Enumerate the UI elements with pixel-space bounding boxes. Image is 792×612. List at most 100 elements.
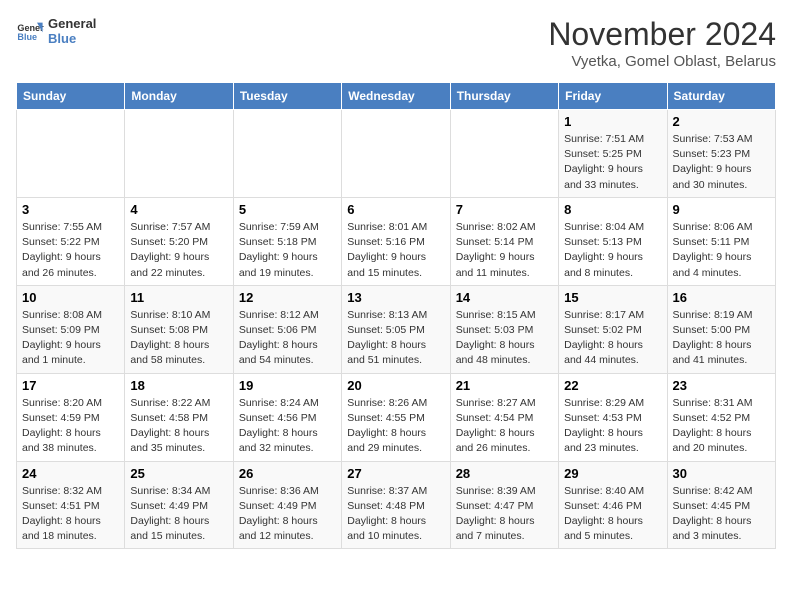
day-cell — [125, 110, 233, 198]
day-cell: 7 Sunrise: 8:02 AMSunset: 5:14 PMDaylight… — [450, 197, 558, 285]
day-cell — [17, 110, 125, 198]
day-number: 18 — [130, 378, 227, 393]
day-info: Sunrise: 8:17 AMSunset: 5:02 PMDaylight:… — [564, 308, 661, 369]
day-cell: 15 Sunrise: 8:17 AMSunset: 5:02 PMDayligh… — [559, 285, 667, 373]
day-number: 11 — [130, 290, 227, 305]
day-info: Sunrise: 8:06 AMSunset: 5:11 PMDaylight:… — [673, 220, 770, 281]
month-title: November 2024 — [548, 16, 776, 53]
day-info: Sunrise: 8:34 AMSunset: 4:49 PMDaylight:… — [130, 484, 227, 545]
day-number: 27 — [347, 466, 444, 481]
day-cell: 25 Sunrise: 8:34 AMSunset: 4:49 PMDayligh… — [125, 461, 233, 549]
day-info: Sunrise: 8:02 AMSunset: 5:14 PMDaylight:… — [456, 220, 553, 281]
week-row-2: 3Sunrise: 7:55 AMSunset: 5:22 PMDaylight… — [17, 197, 776, 285]
day-cell: 19 Sunrise: 8:24 AMSunset: 4:56 PMDayligh… — [233, 373, 341, 461]
day-info: Sunrise: 7:55 AMSunset: 5:22 PMDaylight:… — [22, 220, 119, 281]
logo-icon: General Blue — [16, 17, 44, 45]
day-cell: 30 Sunrise: 8:42 AMSunset: 4:45 PMDayligh… — [667, 461, 775, 549]
day-cell: 12 Sunrise: 8:12 AMSunset: 5:06 PMDayligh… — [233, 285, 341, 373]
col-header-sunday: Sunday — [17, 83, 125, 110]
day-cell: 13 Sunrise: 8:13 AMSunset: 5:05 PMDayligh… — [342, 285, 450, 373]
day-number: 21 — [456, 378, 553, 393]
day-info: Sunrise: 8:31 AMSunset: 4:52 PMDaylight:… — [673, 396, 770, 457]
day-info: Sunrise: 7:57 AMSunset: 5:20 PMDaylight:… — [130, 220, 227, 281]
day-info: Sunrise: 8:12 AMSunset: 5:06 PMDaylight:… — [239, 308, 336, 369]
day-number: 23 — [673, 378, 770, 393]
day-cell: 5Sunrise: 7:59 AMSunset: 5:18 PMDaylight… — [233, 197, 341, 285]
day-number: 15 — [564, 290, 661, 305]
location-subtitle: Vyetka, Gomel Oblast, Belarus — [548, 53, 776, 70]
day-number: 26 — [239, 466, 336, 481]
day-info: Sunrise: 8:08 AMSunset: 5:09 PMDaylight:… — [22, 308, 119, 369]
day-info: Sunrise: 8:10 AMSunset: 5:08 PMDaylight:… — [130, 308, 227, 369]
day-info: Sunrise: 8:32 AMSunset: 4:51 PMDaylight:… — [22, 484, 119, 545]
logo-line1: General — [48, 16, 96, 31]
day-number: 12 — [239, 290, 336, 305]
day-number: 16 — [673, 290, 770, 305]
day-cell: 3Sunrise: 7:55 AMSunset: 5:22 PMDaylight… — [17, 197, 125, 285]
day-number: 4 — [130, 202, 227, 217]
day-cell: 10Sunrise: 8:08 AMSunset: 5:09 PMDayligh… — [17, 285, 125, 373]
day-cell — [342, 110, 450, 198]
day-info: Sunrise: 8:29 AMSunset: 4:53 PMDaylight:… — [564, 396, 661, 457]
day-info: Sunrise: 8:26 AMSunset: 4:55 PMDaylight:… — [347, 396, 444, 457]
day-cell: 24Sunrise: 8:32 AMSunset: 4:51 PMDayligh… — [17, 461, 125, 549]
day-number: 9 — [673, 202, 770, 217]
week-row-5: 24Sunrise: 8:32 AMSunset: 4:51 PMDayligh… — [17, 461, 776, 549]
day-info: Sunrise: 8:13 AMSunset: 5:05 PMDaylight:… — [347, 308, 444, 369]
day-cell: 26 Sunrise: 8:36 AMSunset: 4:49 PMDayligh… — [233, 461, 341, 549]
day-cell: 17Sunrise: 8:20 AMSunset: 4:59 PMDayligh… — [17, 373, 125, 461]
day-cell: 23 Sunrise: 8:31 AMSunset: 4:52 PMDayligh… — [667, 373, 775, 461]
day-number: 17 — [22, 378, 119, 393]
day-info: Sunrise: 8:27 AMSunset: 4:54 PMDaylight:… — [456, 396, 553, 457]
day-cell: 4 Sunrise: 7:57 AMSunset: 5:20 PMDaylight… — [125, 197, 233, 285]
week-row-1: 1 Sunrise: 7:51 AMSunset: 5:25 PMDaylight… — [17, 110, 776, 198]
day-info: Sunrise: 8:04 AMSunset: 5:13 PMDaylight:… — [564, 220, 661, 281]
title-area: November 2024 Vyetka, Gomel Oblast, Bela… — [548, 16, 776, 70]
day-number: 19 — [239, 378, 336, 393]
day-info: Sunrise: 7:59 AMSunset: 5:18 PMDaylight:… — [239, 220, 336, 281]
day-info: Sunrise: 8:01 AMSunset: 5:16 PMDaylight:… — [347, 220, 444, 281]
svg-text:Blue: Blue — [17, 32, 37, 42]
day-cell: 29Sunrise: 8:40 AMSunset: 4:46 PMDayligh… — [559, 461, 667, 549]
day-info: Sunrise: 8:19 AMSunset: 5:00 PMDaylight:… — [673, 308, 770, 369]
header: General Blue General Blue November 2024 … — [16, 16, 776, 70]
day-number: 13 — [347, 290, 444, 305]
day-number: 8 — [564, 202, 661, 217]
day-info: Sunrise: 7:51 AMSunset: 5:25 PMDaylight:… — [564, 132, 661, 193]
col-header-monday: Monday — [125, 83, 233, 110]
day-number: 14 — [456, 290, 553, 305]
day-number: 20 — [347, 378, 444, 393]
day-number: 7 — [456, 202, 553, 217]
col-header-tuesday: Tuesday — [233, 83, 341, 110]
logo: General Blue General Blue — [16, 16, 96, 46]
day-cell: 18 Sunrise: 8:22 AMSunset: 4:58 PMDayligh… — [125, 373, 233, 461]
day-number: 1 — [564, 114, 661, 129]
day-number: 30 — [673, 466, 770, 481]
day-info: Sunrise: 8:15 AMSunset: 5:03 PMDaylight:… — [456, 308, 553, 369]
day-number: 28 — [456, 466, 553, 481]
day-number: 22 — [564, 378, 661, 393]
day-info: Sunrise: 8:37 AMSunset: 4:48 PMDaylight:… — [347, 484, 444, 545]
day-cell: 28Sunrise: 8:39 AMSunset: 4:47 PMDayligh… — [450, 461, 558, 549]
week-row-4: 17Sunrise: 8:20 AMSunset: 4:59 PMDayligh… — [17, 373, 776, 461]
day-cell: 22 Sunrise: 8:29 AMSunset: 4:53 PMDayligh… — [559, 373, 667, 461]
header-row: SundayMondayTuesdayWednesdayThursdayFrid… — [17, 83, 776, 110]
day-cell: 21 Sunrise: 8:27 AMSunset: 4:54 PMDayligh… — [450, 373, 558, 461]
day-number: 29 — [564, 466, 661, 481]
day-number: 25 — [130, 466, 227, 481]
day-info: Sunrise: 8:22 AMSunset: 4:58 PMDaylight:… — [130, 396, 227, 457]
day-cell — [233, 110, 341, 198]
col-header-wednesday: Wednesday — [342, 83, 450, 110]
logo-line2: Blue — [48, 31, 96, 46]
day-number: 2 — [673, 114, 770, 129]
col-header-thursday: Thursday — [450, 83, 558, 110]
day-cell — [450, 110, 558, 198]
day-cell: 9 Sunrise: 8:06 AMSunset: 5:11 PMDaylight… — [667, 197, 775, 285]
day-cell: 16 Sunrise: 8:19 AMSunset: 5:00 PMDayligh… — [667, 285, 775, 373]
day-info: Sunrise: 7:53 AMSunset: 5:23 PMDaylight:… — [673, 132, 770, 193]
day-info: Sunrise: 8:24 AMSunset: 4:56 PMDaylight:… — [239, 396, 336, 457]
col-header-saturday: Saturday — [667, 83, 775, 110]
day-cell: 11 Sunrise: 8:10 AMSunset: 5:08 PMDayligh… — [125, 285, 233, 373]
day-info: Sunrise: 8:36 AMSunset: 4:49 PMDaylight:… — [239, 484, 336, 545]
day-info: Sunrise: 8:42 AMSunset: 4:45 PMDaylight:… — [673, 484, 770, 545]
